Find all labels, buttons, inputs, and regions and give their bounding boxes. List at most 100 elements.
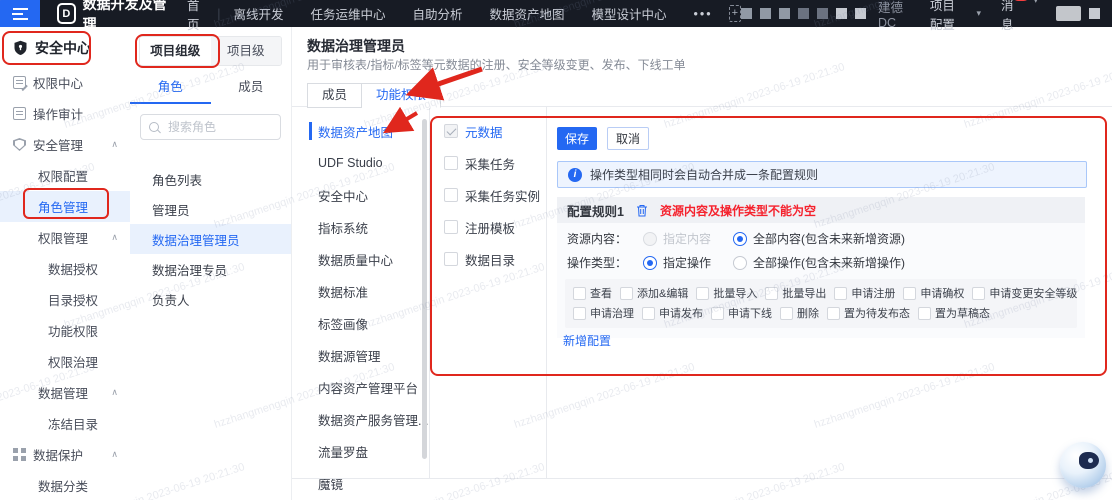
module-nav-item[interactable]: 魔镜 xyxy=(291,467,429,499)
role-list-item[interactable]: 管理员 xyxy=(130,194,291,224)
sidebar-item[interactable]: 权限治理 xyxy=(0,346,130,377)
operation-checkbox-item[interactable]: 申请发布 xyxy=(642,305,703,321)
scrollbar[interactable] xyxy=(422,119,427,459)
detail-tab[interactable]: 功能权限 xyxy=(362,83,441,108)
sidebar-item[interactable]: 权限配置 xyxy=(0,160,130,191)
project-config-menu[interactable]: 项目配置 xyxy=(930,0,965,33)
role-list-item[interactable]: 数据治理专员 xyxy=(130,254,291,284)
rule-title: 配置规则1 xyxy=(567,201,624,220)
module-nav-item[interactable]: 标签画像 xyxy=(291,307,429,339)
radio-icon xyxy=(733,232,747,246)
topbar-nav-item[interactable]: 任务运维中心 xyxy=(310,4,385,23)
search-icon xyxy=(149,122,159,132)
operation-scope-radio[interactable]: 指定操作 xyxy=(643,254,711,271)
resource-scope-radio[interactable]: 全部内容(包含未来新增资源) xyxy=(733,230,905,247)
scope-tab[interactable]: 项目级 xyxy=(211,37,282,65)
role-list-item[interactable]: 数据治理管理员 xyxy=(130,224,291,254)
sidebar-item-label: 数据管理 xyxy=(38,383,88,402)
operation-checkbox-item[interactable]: 置为待发布态 xyxy=(827,305,910,321)
messages-menu[interactable]: 消息 84 ▾ xyxy=(1001,0,1038,33)
cancel-button[interactable]: 取消 xyxy=(607,127,649,150)
topbar-nav-item[interactable]: 离线开发 xyxy=(233,4,283,23)
sidebar-item[interactable]: 冻结目录 xyxy=(0,408,130,439)
detail-tab[interactable]: 成员 xyxy=(307,83,362,108)
sidebar-item[interactable]: 数据分类 xyxy=(0,470,130,500)
operation-checkbox-item[interactable]: 申请注册 xyxy=(834,285,895,301)
operation-checkbox-item[interactable]: 置为草稿态 xyxy=(918,305,990,321)
sidebar-item[interactable]: 功能权限 xyxy=(0,315,130,346)
redacted-icon xyxy=(760,8,771,19)
topbar-nav-item[interactable]: 自助分析 xyxy=(413,4,463,23)
operation-checkbox-item[interactable]: 申请确权 xyxy=(903,285,964,301)
module-nav-item[interactable]: 数据源管理 xyxy=(291,339,429,371)
operation-checkbox-item[interactable]: 申请治理 xyxy=(573,305,634,321)
operation-scope-radio[interactable]: 全部操作(包含未来新增操作) xyxy=(733,254,905,271)
sidebar-item[interactable]: 权限中心 xyxy=(0,67,130,98)
sidebar-item[interactable]: 安全管理 ∧ xyxy=(0,129,130,160)
module-nav-item[interactable]: 流量罗盘 xyxy=(291,435,429,467)
topbar-nav-home[interactable]: 首页 xyxy=(187,0,204,33)
sidebar-item[interactable]: 数据保护 ∧ xyxy=(0,439,130,470)
operation-checkbox-item[interactable]: 删除 xyxy=(780,305,819,321)
redacted-icon xyxy=(798,8,809,19)
module-nav-item[interactable]: 内容资产管理平台 xyxy=(291,371,429,403)
detail-tabs: 成员功能权限 xyxy=(307,83,441,108)
save-button[interactable]: 保存 xyxy=(557,127,597,150)
resource-checkbox-item[interactable]: 注册模板 xyxy=(430,211,546,243)
checkbox xyxy=(903,287,916,300)
trash-icon[interactable] xyxy=(636,204,648,217)
role-list-item[interactable]: 角色列表 xyxy=(130,164,291,194)
sidebar-item-label: 操作审计 xyxy=(33,104,83,123)
topbar-nav-item[interactable]: 数据资产地图 xyxy=(490,4,565,23)
sidebar-item[interactable]: 数据管理 ∧ xyxy=(0,377,130,408)
checkbox xyxy=(834,287,847,300)
operation-checkbox-item[interactable]: 批量导出 xyxy=(765,285,826,301)
module-nav-item[interactable]: 数据资产地图 xyxy=(291,115,429,147)
hamburger-menu-icon[interactable] xyxy=(0,0,40,27)
operation-checkbox-item[interactable]: 申请下线 xyxy=(711,305,772,321)
operation-checkbox-item[interactable]: 添加&编辑 xyxy=(620,285,688,301)
assistant-sphere-icon[interactable] xyxy=(1060,442,1106,488)
module-nav-item[interactable]: UDF Studio xyxy=(291,147,429,179)
info-text: 操作类型相同时会自动合并成一条配置规则 xyxy=(590,166,818,183)
sidebar-item[interactable]: 权限管理 ∧ xyxy=(0,222,130,253)
module-nav-item[interactable]: 数据资产服务管理... xyxy=(291,403,429,435)
module-nav-item[interactable]: 安全中心 xyxy=(291,179,429,211)
add-tab-icon[interactable] xyxy=(729,5,741,22)
role-search-box xyxy=(140,114,281,140)
role-member-tab[interactable]: 角色 xyxy=(130,72,211,104)
operation-checkbox-item[interactable]: 批量导入 xyxy=(696,285,757,301)
sidebar-item[interactable]: 数据授权 xyxy=(0,253,130,284)
role-list-item[interactable]: 负责人 xyxy=(130,284,291,314)
module-nav-item[interactable]: 指标系统 xyxy=(291,211,429,243)
sidebar-item-label: 数据分类 xyxy=(38,476,88,495)
redacted-icon xyxy=(817,8,828,19)
more-icon[interactable] xyxy=(694,7,713,21)
resource-scope-radio[interactable]: 指定内容 xyxy=(643,230,711,247)
checkbox xyxy=(573,287,586,300)
resource-checkbox-item[interactable]: 元数据 xyxy=(430,115,546,147)
operation-checkbox-item[interactable]: 申请变更安全等级 xyxy=(972,285,1077,301)
project-selector[interactable]: 建德DC xyxy=(878,0,908,30)
operation-checkbox-item[interactable]: 查看 xyxy=(573,285,612,301)
role-panel: 项目组级项目级 角色成员 角色列表管理员数据治理管理员数据治理专员负责人 xyxy=(130,27,292,500)
scope-tabs: 项目组级项目级 xyxy=(139,36,282,66)
resource-checkbox-item[interactable]: 数据目录 xyxy=(430,243,546,275)
sidebar-item[interactable]: 目录授权 xyxy=(0,284,130,315)
resource-checkbox-item[interactable]: 采集任务实例 xyxy=(430,179,546,211)
scope-tab[interactable]: 项目组级 xyxy=(140,37,211,65)
checkbox xyxy=(444,252,458,266)
topbar-right: 建德DC 项目配置 ▾ 消息 84 ▾ xyxy=(741,0,1112,33)
module-nav-item[interactable]: 数据质量中心 xyxy=(291,243,429,275)
resource-checkbox-item[interactable]: 采集任务 xyxy=(430,147,546,179)
topbar: D 数据开发及管理 首页 | 离线开发任务运维中心自助分析数据资产地图模型设计中… xyxy=(0,0,1112,27)
role-member-tab[interactable]: 成员 xyxy=(211,72,292,102)
search-input[interactable] xyxy=(166,119,272,135)
sidebar-item[interactable]: 操作审计 xyxy=(0,98,130,129)
sidebar-item[interactable]: 角色管理 xyxy=(0,191,130,222)
module-nav-item[interactable]: 数据标准 xyxy=(291,275,429,307)
add-config-link[interactable]: 新增配置 xyxy=(563,332,611,349)
topbar-nav-items: 离线开发 任务运维中心 自助分析 数据资产地图 模型设计中心 xyxy=(233,4,693,23)
page-title: 数据治理管理员 xyxy=(307,36,405,56)
topbar-nav-item[interactable]: 模型设计中心 xyxy=(592,4,667,23)
